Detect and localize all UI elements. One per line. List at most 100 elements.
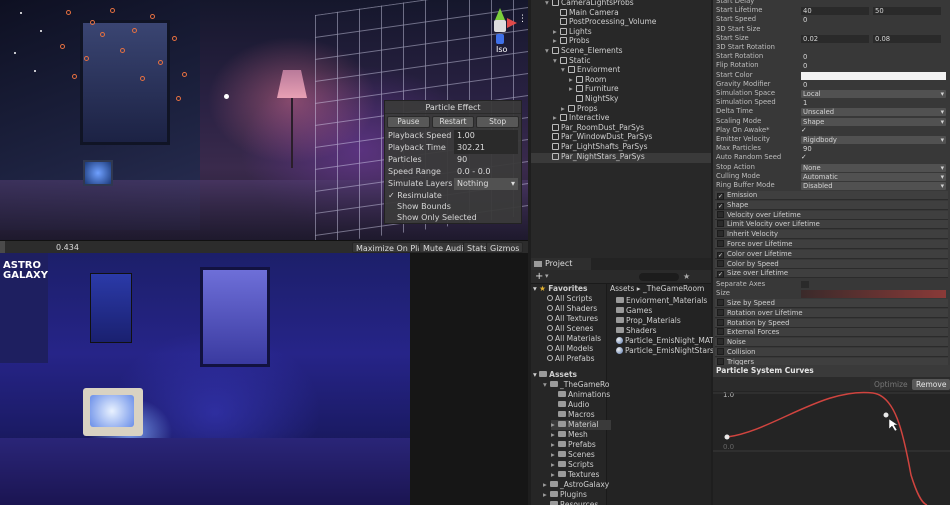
asset-folder-item[interactable]: Animations (551, 390, 610, 400)
module-header[interactable]: Size by Speed (715, 299, 948, 308)
hierarchy-item[interactable]: NightSky (569, 94, 618, 104)
chevron-icon[interactable]: ▸ (569, 75, 576, 85)
inspector-field[interactable]: 0 (801, 16, 946, 24)
inspector-field[interactable]: 90 (801, 145, 946, 153)
module-header[interactable]: Rotation over Lifetime (715, 308, 948, 318)
module-header[interactable]: Color by Speed (715, 259, 948, 269)
asset-folder-item[interactable]: Resources (543, 500, 598, 505)
module-header[interactable]: Noise (715, 338, 948, 348)
chevron-down-icon[interactable]: ▾ (545, 272, 549, 280)
module-header[interactable]: ✓ Size over Lifetime (715, 269, 948, 279)
inspector-field[interactable]: 0 (801, 62, 946, 70)
inspector-dropdown[interactable]: Automatic ▾ (801, 172, 946, 181)
inspector-dropdown[interactable]: Local ▾ (801, 90, 946, 98)
chevron-icon[interactable]: ▾ (545, 46, 552, 56)
axis-y-icon[interactable] (495, 8, 505, 20)
optimize-button[interactable]: Optimize (870, 379, 912, 390)
search-input[interactable] (639, 273, 679, 281)
hierarchy-item[interactable]: Par_LightShafts_ParSys (545, 142, 648, 152)
remove-button[interactable]: Remove (912, 379, 950, 390)
inspector-dropdown[interactable]: None ▾ (801, 163, 946, 172)
module-checkbox[interactable] (717, 308, 724, 316)
axis-z-icon[interactable] (496, 34, 504, 44)
module-checkbox[interactable] (717, 220, 724, 228)
inspector-dropdown[interactable]: Rigidbody ▾ (801, 136, 946, 144)
inspector-field-max[interactable]: 0.08 (873, 34, 941, 43)
curve-key[interactable] (883, 412, 889, 418)
asset-file-item[interactable]: Games (616, 306, 652, 316)
module-checkbox[interactable]: ✓ (717, 251, 724, 259)
hierarchy-item[interactable]: ▾ CameraLightsProbs (545, 0, 634, 8)
module-header[interactable]: Velocity over Lifetime (715, 210, 948, 220)
asset-folder-item[interactable]: ▸ Prefabs (551, 440, 596, 450)
favorites-item[interactable]: All Scripts (547, 294, 592, 304)
chevron-icon[interactable]: ▸ (551, 470, 558, 480)
curve-editor[interactable]: 1.0 0.0 (713, 391, 950, 505)
inspector-field[interactable]: 1 (801, 99, 946, 107)
pause-button[interactable]: Pause (387, 116, 430, 128)
asset-folder-item[interactable]: ▸ Textures (551, 470, 599, 480)
inspector-field-min[interactable]: 0.02 (801, 34, 869, 43)
asset-folder-item[interactable]: Audio (551, 400, 589, 410)
module-header[interactable]: ✓ Emission (715, 191, 948, 200)
inspector-field-min[interactable]: 40 (801, 7, 869, 16)
favorites-item[interactable]: All Materials (547, 334, 601, 344)
scene-view[interactable]: Iso ⋮ Particle Effect Pause Restart Stop… (0, 0, 528, 240)
hierarchy-item[interactable]: ▾ Scene_Elements (545, 46, 623, 56)
restart-button[interactable]: Restart (431, 116, 475, 128)
hierarchy-item[interactable]: Par_NightStars_ParSys (545, 152, 645, 162)
module-checkbox[interactable] (717, 328, 724, 336)
asset-folder-item[interactable]: ▸ Plugins (543, 490, 587, 500)
add-icon[interactable]: + (535, 271, 543, 282)
chevron-icon[interactable]: ▸ (551, 450, 558, 460)
module-header[interactable]: Inherit Velocity (715, 230, 948, 240)
module-checkbox[interactable]: ✓ (717, 193, 724, 200)
playback-time-field[interactable]: 302.21 (454, 142, 518, 154)
favorites-item[interactable]: All Scenes (547, 324, 593, 334)
separate-axes-checkbox[interactable] (801, 281, 809, 288)
hierarchy-item[interactable]: Main Camera (553, 8, 619, 18)
inspector-field[interactable]: 0 (801, 53, 946, 61)
asset-file-item[interactable]: Shaders (616, 326, 656, 336)
gizmos-button[interactable]: Gizmos (486, 242, 524, 253)
chevron-icon[interactable]: ▸ (553, 113, 560, 123)
hierarchy-item[interactable]: Par_RoomDust_ParSys (545, 123, 644, 133)
chevron-icon[interactable]: ▾ (553, 56, 560, 66)
inspector-dropdown[interactable]: Unscaled ▾ (801, 108, 946, 117)
asset-file-item[interactable]: Enviorment_Materials (616, 296, 707, 306)
chevron-icon[interactable]: ▸ (569, 84, 576, 94)
chevron-icon[interactable]: ▸ (551, 460, 558, 470)
inspector-field[interactable]: 0 (801, 81, 946, 89)
chevron-icon[interactable]: ▾ (545, 0, 552, 8)
hierarchy-item[interactable]: Par_WindowDust_ParSys (545, 132, 652, 142)
module-checkbox[interactable] (717, 240, 724, 247)
module-checkbox[interactable] (717, 259, 724, 267)
hierarchy-item[interactable]: ▸ Furniture (569, 84, 619, 94)
assets-header[interactable]: ▾ Assets (533, 370, 577, 380)
asset-folder-item[interactable]: ▸ Material (551, 420, 611, 430)
chevron-icon[interactable]: ▸ (543, 480, 550, 490)
hierarchy-item[interactable]: ▾ Enviorment (561, 65, 620, 75)
module-checkbox[interactable]: ✓ (717, 271, 724, 279)
inspector-checkbox[interactable]: ✓ (801, 126, 807, 135)
hierarchy-item[interactable]: ▸ Interactive (553, 113, 609, 123)
inspector-field-max[interactable]: 50 (873, 7, 941, 16)
show-only-selected-checkbox[interactable]: Show Only Selected (385, 212, 521, 223)
module-header[interactable]: Rotation by Speed (715, 318, 948, 328)
star-icon[interactable]: ★ (683, 272, 690, 281)
inspector-dropdown[interactable]: Disabled ▾ (801, 182, 946, 190)
module-checkbox[interactable] (717, 210, 724, 218)
module-checkbox[interactable] (717, 338, 724, 346)
stop-button[interactable]: Stop (476, 116, 520, 128)
size-curve-preview[interactable] (801, 290, 946, 298)
breadcrumb-item[interactable]: Assets (610, 284, 634, 293)
show-bounds-checkbox[interactable]: Show Bounds (385, 201, 521, 212)
chevron-icon[interactable]: ▸ (551, 420, 558, 430)
asset-file-item[interactable]: Particle_EmisNightStars_ (616, 346, 718, 356)
asset-folder-item[interactable]: ▸ Mesh (551, 430, 588, 440)
chevron-icon[interactable]: ▸ (543, 490, 550, 500)
hierarchy-item[interactable]: ▾ Static (553, 56, 590, 66)
module-checkbox[interactable] (717, 357, 724, 365)
favorites-item[interactable]: All Models (547, 344, 593, 354)
scene-menu-icon[interactable]: ⋮ (518, 14, 527, 24)
